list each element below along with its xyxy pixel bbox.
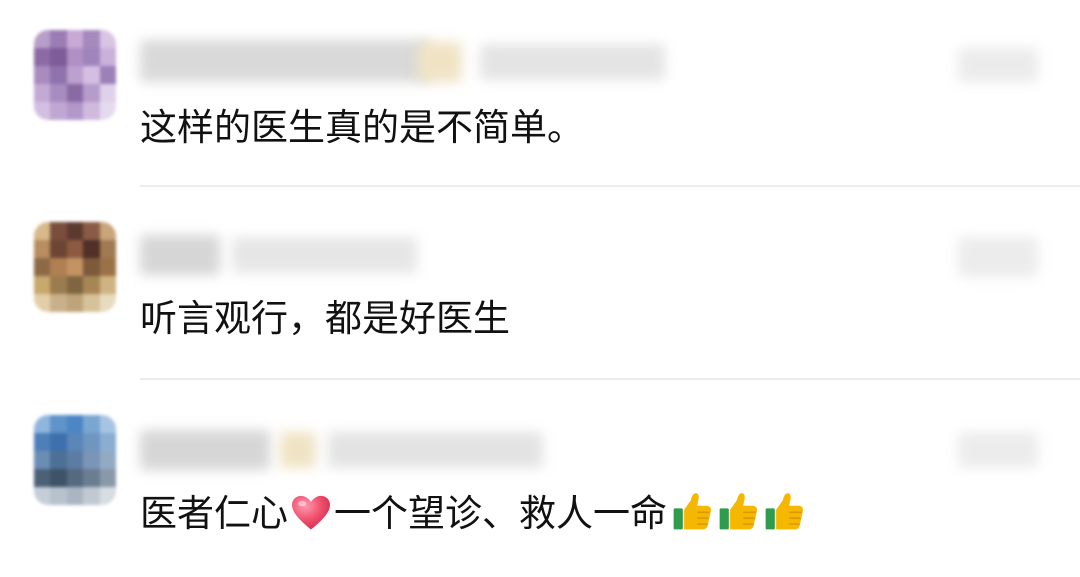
comment-text-part: 一个望诊、救人一命 [334,492,667,535]
username-redacted [140,235,220,275]
username-badge-redacted [418,42,462,82]
thumbs-up-group [667,492,805,535]
thumbs-up-icon [719,493,757,530]
like-count-redacted[interactable] [958,237,1038,277]
meta-redacted [232,237,417,273]
username-redacted [140,40,430,82]
comment-item: 这样的医生真的是不简单。 [0,0,1080,187]
avatar[interactable] [34,30,116,120]
thumbs-up-icon [673,493,711,530]
comment-text: 听言观行，都是好医生 [140,297,510,340]
like-count-redacted[interactable] [958,432,1038,468]
username-badge-redacted [280,432,316,468]
red-heart-icon [292,495,330,530]
username-redacted [140,430,270,470]
comment-item: 医者仁心 一个望诊、救人一命 [0,380,1080,577]
comment-text-part: 医者仁心 [140,492,288,535]
comment-text: 医者仁心 一个望诊、救人一命 [140,490,805,536]
thumbs-up-icon [765,493,803,530]
comment-text: 这样的医生真的是不简单。 [140,106,584,149]
meta-redacted [328,432,543,468]
avatar[interactable] [34,222,116,312]
meta-redacted [480,44,665,80]
like-count-redacted[interactable] [958,48,1038,82]
avatar[interactable] [34,415,116,505]
comment-item: 听言观行，都是好医生 [0,187,1080,380]
